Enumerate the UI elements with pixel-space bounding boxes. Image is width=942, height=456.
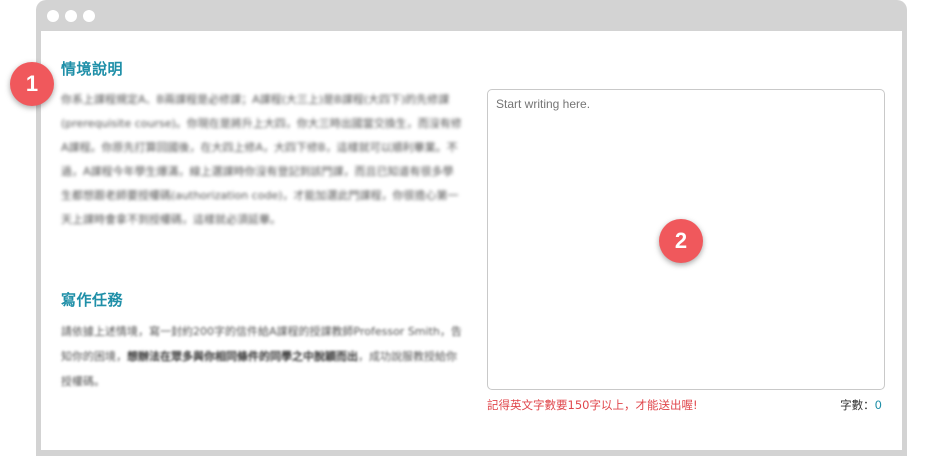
step-marker-1: 1 [10, 62, 54, 106]
word-count-value: 0 [874, 398, 882, 412]
window-dot-icon [65, 10, 77, 22]
scenario-heading: 情境說明 [61, 60, 124, 78]
word-counter: 字數：0 [840, 397, 882, 413]
step-marker-2: 2 [659, 219, 703, 263]
task-heading: 寫作任務 [61, 291, 124, 309]
window-titlebar [36, 0, 907, 30]
word-count-label: 字數： [840, 398, 875, 412]
window-dot-icon [83, 10, 95, 22]
browser-window: 情境說明 你系上課程規定A、B兩課程是必修課；A課程(大三上)是B課程(大四下)… [36, 0, 907, 456]
task-emphasis-text: 想辦法在眾多與你相同條件的同學之中脫穎而出 [127, 350, 358, 363]
scenario-description: 你系上課程規定A、B兩課程是必修課；A課程(大三上)是B課程(大四下)的先修課(… [61, 93, 462, 226]
window-dot-icon [47, 10, 59, 22]
writing-task-panel: 情境說明 你系上課程規定A、B兩課程是必修課；A課程(大三上)是B課程(大四下)… [41, 31, 902, 450]
word-requirement-hint: 記得英文字數要150字以上，才能送出喔! [487, 398, 698, 412]
task-description: 請依據上述情境，寫一封約200字的信件給A課程的授課教師Professor Sm… [61, 319, 463, 394]
